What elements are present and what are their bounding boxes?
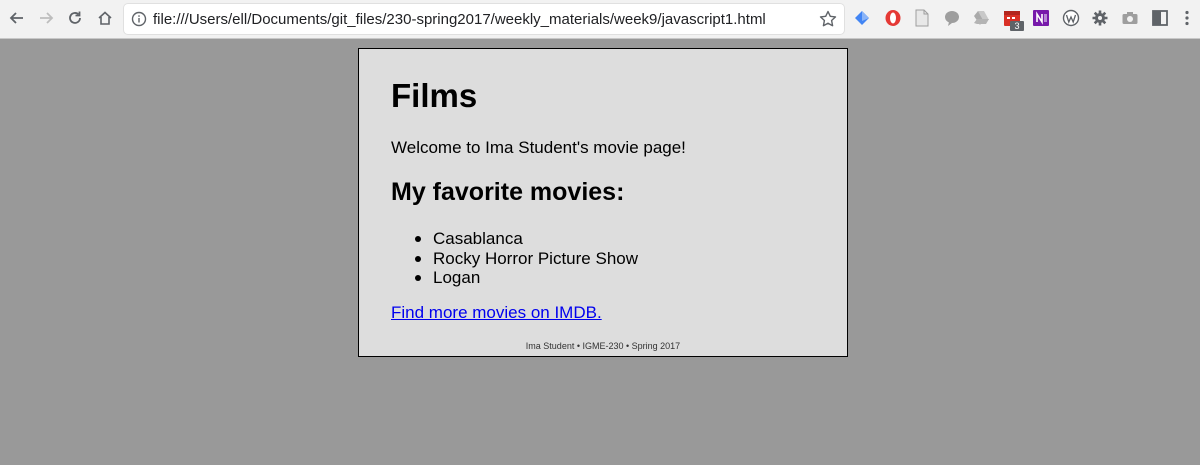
list-item: Rocky Horror Picture Show — [391, 249, 638, 269]
favorites-heading: My favorite movies: — [391, 178, 625, 206]
address-bar[interactable]: file:///Users/ell/Documents/git_files/23… — [124, 4, 844, 34]
list-item: Logan — [391, 268, 638, 288]
list-item: Casablanca — [391, 229, 638, 249]
gear-icon[interactable] — [1091, 9, 1109, 27]
bullet-icon — [415, 255, 421, 262]
camera-icon[interactable] — [1121, 9, 1139, 27]
movie-title: Casablanca — [433, 229, 523, 248]
opera-vpn-icon[interactable] — [884, 9, 902, 27]
bullet-icon — [415, 275, 421, 281]
page-title: Films — [391, 77, 478, 114]
drive-icon[interactable] — [972, 9, 990, 27]
back-arrow-icon[interactable] — [5, 6, 29, 30]
browser-toolbar: file:///Users/ell/Documents/git_files/23… — [0, 0, 1200, 39]
bookmark-star-icon[interactable] — [818, 9, 838, 29]
movie-list: Casablanca Rocky Horror Picture Show Log… — [391, 229, 638, 288]
movie-title: Rocky Horror Picture Show — [433, 248, 639, 268]
reload-icon[interactable] — [63, 6, 87, 30]
window-icon[interactable] — [1151, 9, 1169, 27]
imdb-link[interactable]: Find more movies on IMDB. — [391, 303, 602, 323]
url-text[interactable]: file:///Users/ell/Documents/git_files/23… — [153, 11, 766, 28]
forward-arrow-icon[interactable] — [34, 6, 58, 30]
wordpress-icon[interactable] — [1062, 9, 1080, 27]
document-icon[interactable] — [913, 9, 931, 27]
onenote-icon[interactable] — [1032, 9, 1050, 27]
home-icon[interactable] — [93, 6, 117, 30]
welcome-text: Welcome to Ima Student's movie page! — [391, 138, 686, 157]
page-card: Films Welcome to Ima Student's movie pag… — [358, 48, 848, 357]
bullet-icon — [415, 236, 421, 242]
page-footer: Ima Student • IGME-230 • Spring 2017 — [525, 341, 681, 351]
menu-icon[interactable] — [1178, 9, 1196, 27]
speech-bubble-icon[interactable] — [943, 9, 961, 27]
info-icon[interactable] — [131, 11, 147, 27]
movie-title: Logan — [433, 268, 481, 287]
calendar-badge: 3 — [1010, 21, 1024, 31]
bookmark-extension-icon[interactable] — [853, 9, 871, 27]
